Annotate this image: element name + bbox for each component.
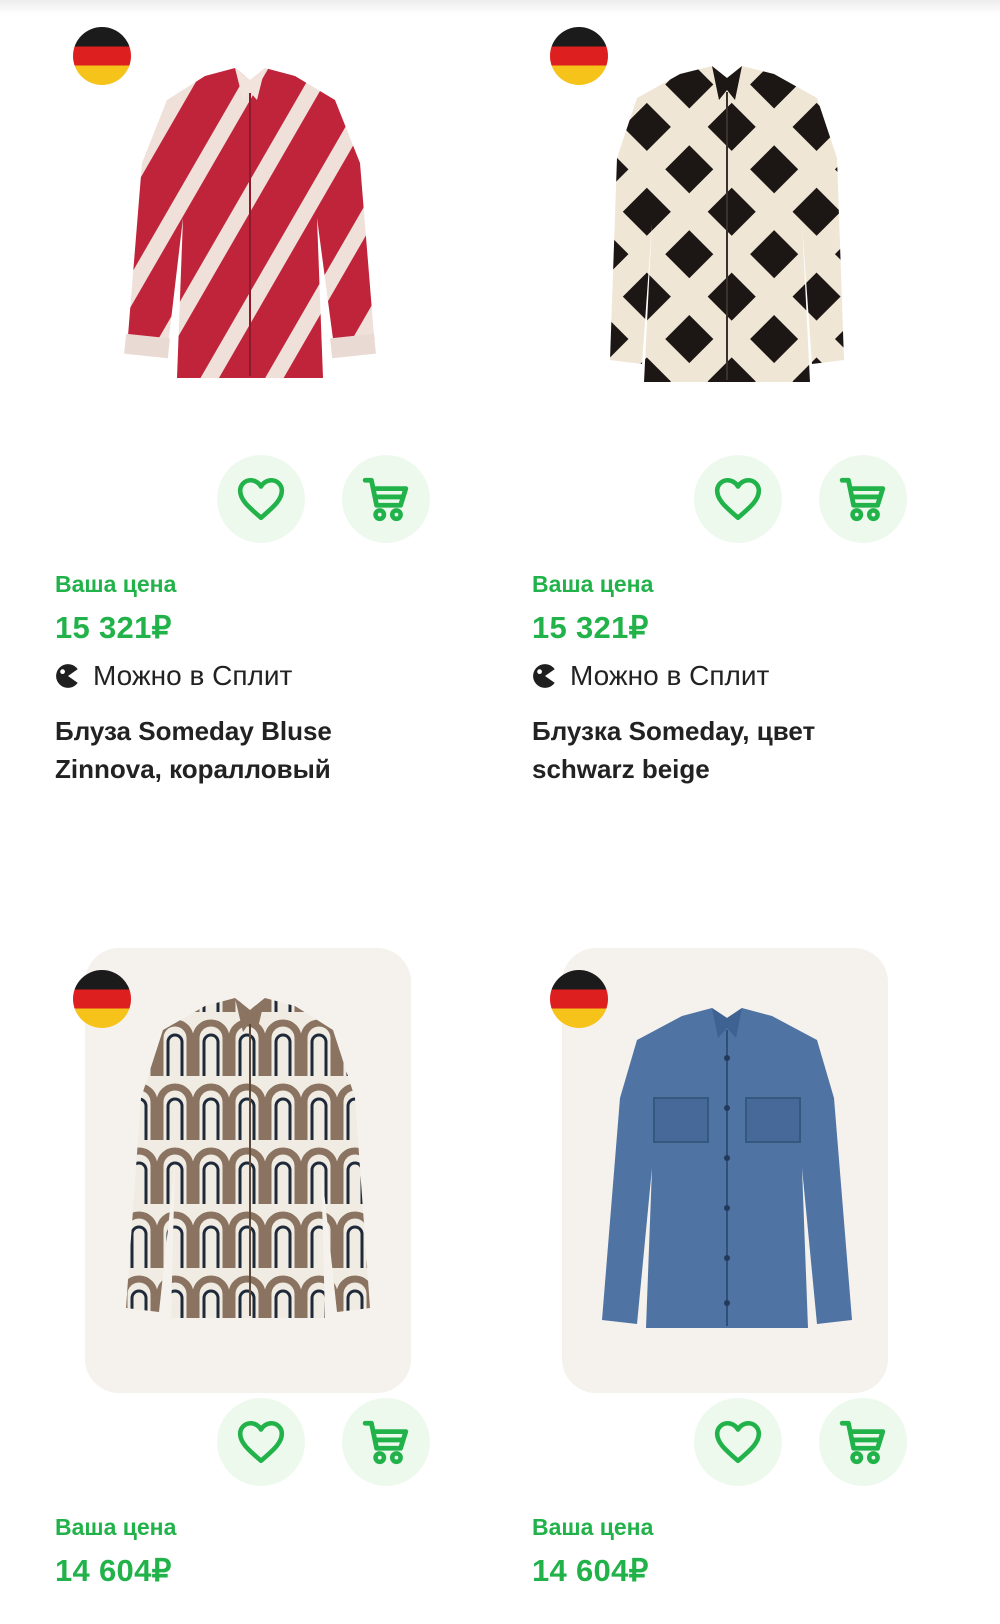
heart-icon (237, 477, 285, 521)
add-to-cart-button[interactable] (819, 455, 907, 543)
price-value: 15 321₽ (55, 610, 172, 645)
heart-icon (714, 1420, 762, 1464)
price-label: Ваша цена (532, 1514, 654, 1540)
split-icon (56, 664, 81, 688)
price-label: Ваша цена (55, 571, 177, 597)
favorite-button[interactable] (217, 1398, 305, 1486)
product-image[interactable] (85, 18, 411, 463)
split-installment[interactable]: Можно в Сплит (532, 660, 769, 692)
germany-flag-icon (550, 27, 608, 85)
price-value: 14 604₽ (55, 1553, 172, 1588)
price-value: 15 321₽ (532, 610, 649, 645)
product-title-line: Zinnova, коралловый (55, 754, 331, 784)
price-label: Ваша цена (55, 1514, 177, 1540)
product-actions (55, 1398, 475, 1488)
germany-flag-icon (73, 970, 131, 1028)
split-label: Можно в Сплит (570, 660, 770, 691)
add-to-cart-button[interactable] (342, 1398, 430, 1486)
price-value: 14 604₽ (532, 1553, 649, 1588)
product-title[interactable]: Блуза Someday Bluse Zinnova, коралловый (55, 712, 435, 788)
product-image[interactable] (85, 948, 411, 1393)
product-actions (55, 455, 475, 545)
favorite-button[interactable] (694, 1398, 782, 1486)
product-image-shirt-red (124, 68, 376, 378)
top-fade (0, 0, 1000, 14)
cart-icon (362, 1420, 409, 1465)
split-icon (533, 664, 558, 688)
product-image[interactable] (562, 18, 888, 463)
product-title-line: Блузка Someday, цвет (532, 716, 816, 746)
heart-icon (237, 1420, 285, 1464)
product-title[interactable]: Блузка Someday, цвет schwarz beige (532, 712, 912, 788)
product-image-denim-shirt (602, 1008, 852, 1328)
germany-flag-icon (550, 970, 608, 1028)
product-image-shirt-black-beige (610, 66, 844, 382)
product-image-shirt-brown-arches (126, 998, 370, 1318)
add-to-cart-button[interactable] (342, 455, 430, 543)
split-label: Можно в Сплит (93, 660, 293, 691)
favorite-button[interactable] (217, 455, 305, 543)
add-to-cart-button[interactable] (819, 1398, 907, 1486)
cart-icon (839, 477, 886, 522)
product-title-line: schwarz beige (532, 754, 710, 784)
cart-icon (362, 477, 409, 522)
product-title-line: Блуза Someday Bluse (55, 716, 332, 746)
product-image[interactable] (562, 948, 888, 1393)
cart-icon (839, 1420, 886, 1465)
heart-icon (714, 477, 762, 521)
favorite-button[interactable] (694, 455, 782, 543)
split-installment[interactable]: Можно в Сплит (55, 660, 292, 692)
product-actions (532, 1398, 952, 1488)
germany-flag-icon (73, 27, 131, 85)
price-label: Ваша цена (532, 571, 654, 597)
product-actions (532, 455, 952, 545)
